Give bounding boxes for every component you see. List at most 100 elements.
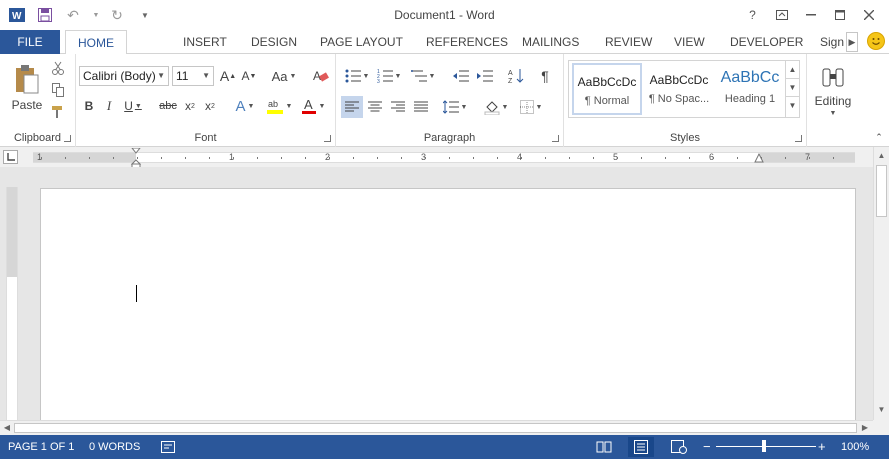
- font-name-combo[interactable]: Calibri (Body) ▼: [79, 66, 169, 86]
- zoom-level[interactable]: 100%: [841, 441, 869, 453]
- sort-icon[interactable]: AZ: [506, 66, 526, 86]
- chevron-down-icon[interactable]: ▼: [786, 79, 799, 97]
- feedback-smiley-icon[interactable]: [867, 32, 885, 50]
- chevron-down-icon: ▼: [535, 103, 543, 111]
- vertical-scroll-thumb[interactable]: [876, 165, 887, 217]
- bullets-button[interactable]: ▼: [342, 66, 372, 86]
- multilevel-list-button[interactable]: ▼: [408, 66, 438, 86]
- chevron-down-icon: ▼: [202, 71, 210, 80]
- collapse-ribbon-icon[interactable]: ⌃: [872, 130, 886, 144]
- tab-selector[interactable]: [3, 150, 18, 164]
- paint-bucket-icon: [484, 101, 500, 115]
- editing-button[interactable]: Editing ▼: [811, 58, 855, 124]
- borders-button[interactable]: ▼: [516, 96, 546, 118]
- styles-dialog-launcher-icon[interactable]: [795, 135, 802, 142]
- line-spacing-button[interactable]: ▼: [440, 96, 470, 118]
- horizontal-ruler-area: 1 1 2 3 4 5 6 7: [0, 147, 889, 170]
- ribbon-display-options-icon[interactable]: [767, 4, 796, 26]
- vertical-scrollbar[interactable]: ▲ ▼: [873, 147, 889, 420]
- document-page[interactable]: [40, 188, 856, 428]
- tabs-scroll-right-icon[interactable]: ▶: [846, 32, 858, 52]
- more-styles-icon[interactable]: ▼: [786, 97, 799, 115]
- align-center-icon[interactable]: [364, 96, 386, 118]
- change-case-button[interactable]: Aa ▼: [270, 66, 298, 86]
- sign-in-link[interactable]: Sign: [820, 30, 844, 54]
- tab-review[interactable]: REVIEW: [605, 30, 652, 54]
- ruler-tick: [233, 157, 234, 159]
- help-icon[interactable]: ?: [738, 4, 767, 26]
- scroll-left-icon[interactable]: ◀: [0, 421, 14, 435]
- highlight-color-button[interactable]: ab ▼: [264, 96, 294, 116]
- proofing-icon[interactable]: [155, 437, 181, 457]
- format-painter-icon[interactable]: [50, 104, 66, 120]
- maximize-icon[interactable]: [825, 4, 854, 26]
- copy-icon[interactable]: [50, 82, 66, 98]
- ruler-tick: [497, 157, 498, 159]
- text-cursor: [136, 285, 137, 302]
- paste-button[interactable]: Paste: [8, 60, 46, 116]
- tab-home[interactable]: HOME: [65, 30, 127, 55]
- strikethrough-button[interactable]: abc: [158, 96, 178, 116]
- chevron-up-icon[interactable]: ▲: [786, 61, 799, 79]
- justify-icon[interactable]: [410, 96, 432, 118]
- tab-developer[interactable]: DEVELOPER: [730, 30, 803, 54]
- multilevel-list-icon: [410, 70, 427, 82]
- horizontal-ruler[interactable]: 1 1 2 3 4 5 6 7: [33, 148, 855, 170]
- shading-button[interactable]: ▼: [481, 96, 511, 118]
- page-count[interactable]: PAGE 1 OF 1: [8, 441, 74, 453]
- clipboard-dialog-launcher-icon[interactable]: [64, 135, 71, 142]
- grow-font-icon[interactable]: A ▲: [219, 66, 237, 86]
- style-name: Heading 1: [724, 93, 776, 105]
- underline-button[interactable]: U ▼: [119, 96, 147, 116]
- tab-view[interactable]: VIEW: [674, 30, 705, 54]
- tab-file[interactable]: FILE: [0, 30, 60, 54]
- paragraph-dialog-launcher-icon[interactable]: [552, 135, 559, 142]
- tab-insert[interactable]: INSERT: [183, 30, 227, 54]
- read-mode-icon[interactable]: [591, 437, 617, 457]
- subscript-button[interactable]: x2: [182, 96, 198, 116]
- scroll-up-icon[interactable]: ▲: [874, 149, 889, 163]
- italic-button[interactable]: I: [101, 96, 117, 116]
- style-normal[interactable]: AaBbCcDc ¶ Normal: [572, 63, 642, 115]
- text-effects-button[interactable]: A ▼: [231, 96, 259, 116]
- zoom-slider-thumb[interactable]: [762, 440, 766, 452]
- word-count[interactable]: 0 WORDS: [89, 441, 140, 453]
- horizontal-scrollbar[interactable]: ◀ ▶: [0, 420, 873, 435]
- cut-icon[interactable]: [50, 60, 66, 76]
- minimize-icon[interactable]: [796, 4, 825, 26]
- scroll-right-icon[interactable]: ▶: [858, 421, 872, 435]
- close-icon[interactable]: [854, 4, 883, 26]
- font-dialog-launcher-icon[interactable]: [324, 135, 331, 142]
- font-size-combo[interactable]: 11 ▼: [172, 66, 214, 86]
- horizontal-scroll-thumb[interactable]: [14, 423, 857, 433]
- zoom-in-button[interactable]: +: [818, 439, 826, 454]
- zoom-slider[interactable]: [716, 446, 816, 447]
- chevron-down-icon: ▼: [394, 72, 402, 80]
- web-layout-icon[interactable]: [666, 437, 692, 457]
- vertical-ruler[interactable]: [6, 187, 18, 420]
- tab-references[interactable]: REFERENCES: [426, 30, 508, 54]
- tab-design[interactable]: DESIGN: [251, 30, 297, 54]
- right-indent-marker-icon[interactable]: [754, 154, 764, 163]
- tab-mailings[interactable]: MAILINGS: [522, 30, 579, 54]
- clear-formatting-icon[interactable]: A: [312, 66, 330, 86]
- scroll-down-icon[interactable]: ▼: [874, 403, 889, 417]
- align-right-icon[interactable]: [387, 96, 409, 118]
- style-heading-1[interactable]: AaBbCc Heading 1: [715, 63, 785, 115]
- numbering-button[interactable]: 1 2 3 ▼: [374, 66, 404, 86]
- style-no-spacing[interactable]: AaBbCcDc ¶ No Spac...: [644, 63, 714, 115]
- superscript-button[interactable]: x2: [202, 96, 218, 116]
- tab-page-layout[interactable]: PAGE LAYOUT: [320, 30, 403, 54]
- zoom-out-button[interactable]: −: [703, 439, 711, 454]
- bold-button[interactable]: B: [81, 96, 97, 116]
- shrink-font-icon[interactable]: A ▼: [240, 66, 258, 86]
- print-layout-icon[interactable]: [628, 437, 654, 457]
- show-formatting-marks-icon[interactable]: ¶: [536, 66, 554, 86]
- increase-indent-icon[interactable]: [474, 66, 496, 86]
- decrease-indent-icon[interactable]: [450, 66, 472, 86]
- align-left-icon[interactable]: [341, 96, 363, 118]
- font-color-button[interactable]: A ▼: [298, 96, 328, 116]
- font-name-value: Calibri (Body): [83, 69, 156, 83]
- ruler-tick: [89, 157, 90, 159]
- svg-text:Z: Z: [508, 78, 513, 84]
